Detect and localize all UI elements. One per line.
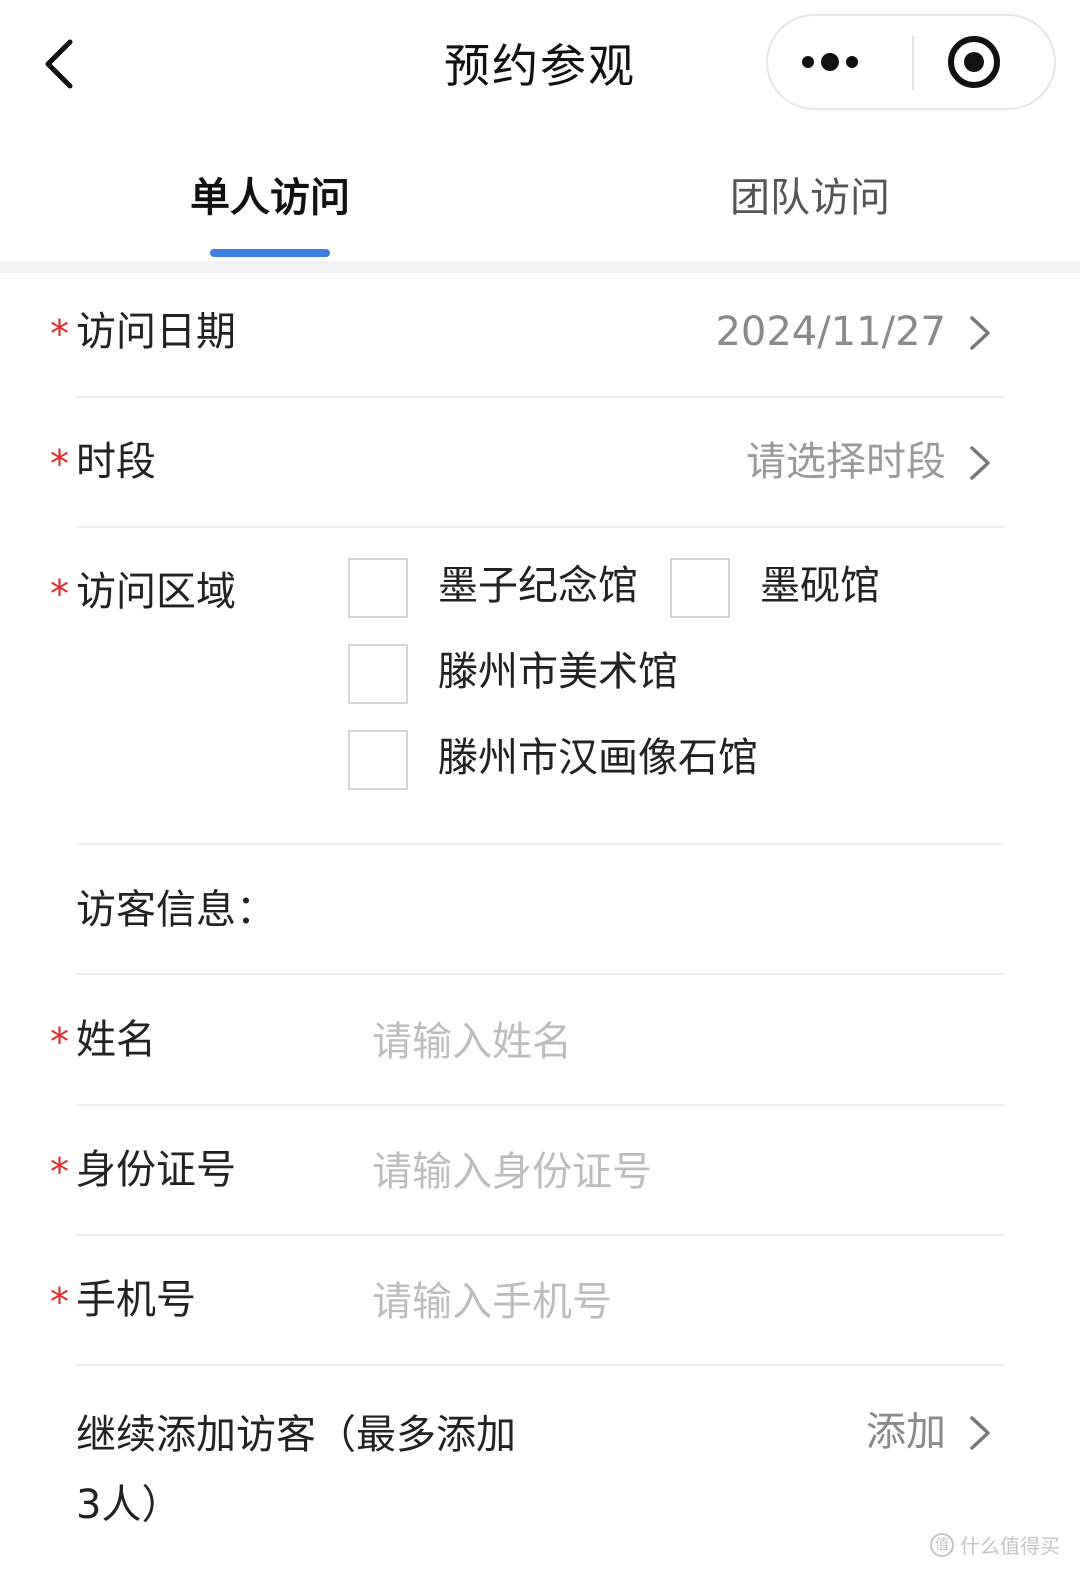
divider [76,396,1004,398]
checkbox[interactable] [348,644,408,704]
divider [76,526,1004,528]
capsule-divider [912,36,914,90]
name-input[interactable]: 请输入姓名 [372,1018,972,1066]
visitor-section-title: 访客信息： [76,887,276,933]
area-option-label: 滕州市汉画像石馆 [438,735,758,781]
visit-type-tabs: 单人访问 团队访问 [0,125,1080,261]
date-value[interactable]: 2024/11/27 [715,308,946,356]
close-target-icon[interactable] [916,16,1054,108]
nav-bar: 预约参观 [0,0,1080,125]
watermark-logo-icon: 值 [930,1532,954,1557]
add-visitor-label: 继续添加访客（最多添加3人） [76,1412,516,1528]
divider [76,843,1004,845]
area-option-art-museum[interactable]: 滕州市美术馆 [348,644,708,704]
watermark-text: 什么值得买 [960,1534,1060,1558]
time-slot-label: 时段 [76,439,156,485]
chevron-right-icon[interactable] [964,442,994,484]
required-mark: * [50,1020,69,1064]
date-label: 访问日期 [76,309,236,355]
checkbox[interactable] [670,558,730,618]
tab-group-visit[interactable]: 团队访问 [660,165,960,223]
checkbox[interactable] [348,730,408,790]
area-option-label: 墨子纪念馆 [438,563,638,609]
area-option-han-stone-museum[interactable]: 滕州市汉画像石馆 [348,730,788,790]
required-mark: * [50,312,69,356]
divider [76,1234,1004,1236]
name-label: 姓名 [76,1017,156,1063]
id-number-input[interactable]: 请输入身份证号 [372,1148,972,1196]
chevron-right-icon[interactable] [964,312,994,354]
phone-label: 手机号 [76,1277,196,1323]
checkbox[interactable] [348,558,408,618]
area-option-label: 墨砚馆 [760,563,880,609]
chevron-right-icon[interactable] [964,1412,994,1454]
area-label: 访问区域 [76,569,236,615]
divider [76,973,1004,975]
time-slot-value[interactable]: 请选择时段 [746,438,946,486]
divider [76,1104,1004,1106]
required-mark: * [50,1280,69,1324]
area-option-moyan-hall[interactable]: 墨砚馆 [670,558,910,618]
area-option-label: 滕州市美术馆 [438,649,678,695]
id-number-label: 身份证号 [76,1147,236,1193]
mini-program-capsule [766,14,1056,110]
area-option-mozi-memorial[interactable]: 墨子纪念馆 [348,558,648,618]
required-mark: * [50,572,69,616]
active-tab-indicator [210,249,330,257]
more-dots-icon[interactable] [768,16,912,108]
required-mark: * [50,442,69,486]
phone-input[interactable]: 请输入手机号 [372,1278,972,1326]
section-gap [0,261,1080,273]
divider [76,1364,1004,1366]
required-mark: * [50,1150,69,1194]
add-visitor-button[interactable]: 添加 [866,1408,946,1456]
tab-single-visit[interactable]: 单人访问 [120,165,420,223]
watermark: 值 什么值得买 [930,1530,1060,1559]
